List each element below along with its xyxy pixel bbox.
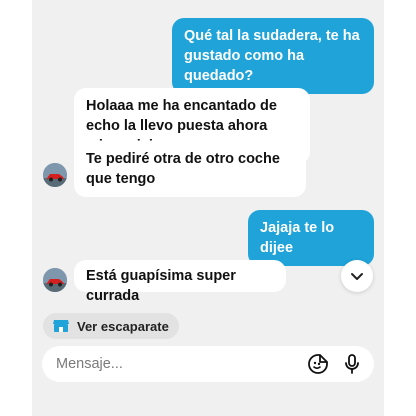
message-outgoing[interactable]: Qué tal la sudadera, te ha gustado como … xyxy=(172,18,374,94)
message-text: Jajaja te lo dijee xyxy=(260,220,335,256)
chevron-down-icon xyxy=(351,273,363,280)
microphone-icon[interactable] xyxy=(340,352,364,376)
contact-avatar[interactable] xyxy=(43,163,67,187)
view-storefront-label: Ver escaparate xyxy=(77,318,169,334)
message-incoming[interactable]: Está guapísima super currada xyxy=(74,260,286,304)
message-text: Qué tal la sudadera, te ha gustado como … xyxy=(184,28,360,84)
right-margin xyxy=(384,0,416,416)
message-composer[interactable] xyxy=(42,346,374,382)
contact-avatar[interactable] xyxy=(43,268,67,292)
left-margin xyxy=(0,0,32,416)
scroll-to-bottom-button[interactable] xyxy=(341,260,373,292)
message-incoming[interactable]: Te pediré otra de otro coche que tengo xyxy=(74,141,306,197)
car-photo-icon xyxy=(43,163,67,187)
message-outgoing[interactable]: Jajaja te lo dijee xyxy=(248,210,374,266)
car-photo-icon xyxy=(43,268,67,292)
message-text: Te pediré otra de otro coche que tengo xyxy=(86,151,280,187)
storefront-icon xyxy=(51,316,71,336)
message-input[interactable] xyxy=(54,355,296,373)
sticker-icon[interactable] xyxy=(306,352,330,376)
view-storefront-button[interactable]: Ver escaparate xyxy=(43,313,179,339)
